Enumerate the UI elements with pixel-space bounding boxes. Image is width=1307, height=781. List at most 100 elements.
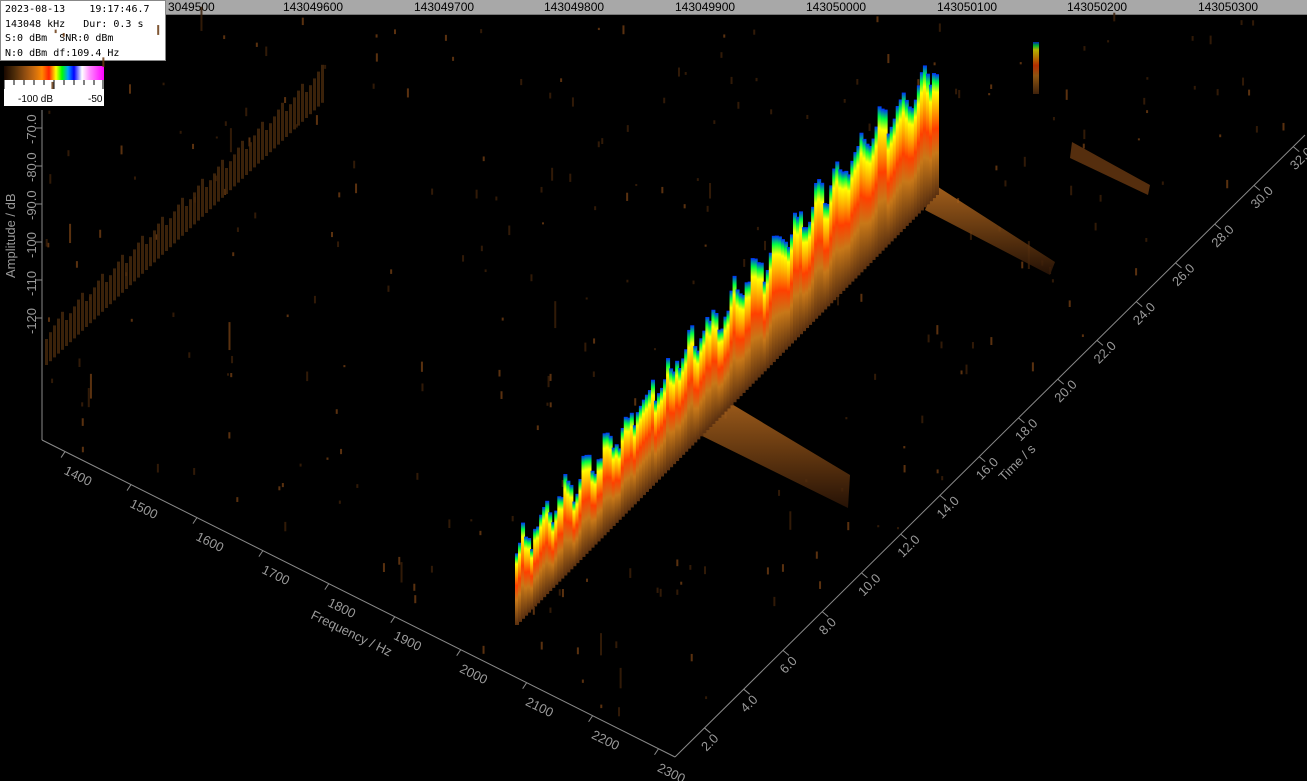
noise-speck — [592, 371, 595, 377]
frequency-tick-label: 1700 — [260, 562, 293, 588]
noise-speck — [561, 589, 564, 598]
frequency-tick-label: 1600 — [194, 529, 227, 555]
noise-speck — [690, 653, 693, 662]
noise-speck — [1021, 261, 1024, 269]
noise-ridge — [297, 90, 300, 126]
frequency-tick — [522, 682, 528, 689]
noise-speck — [431, 188, 434, 195]
noise-speck — [781, 564, 784, 572]
noise-speck — [81, 446, 84, 453]
noise-speck — [704, 566, 707, 575]
noise-speck — [551, 167, 554, 181]
noise-speck — [102, 57, 105, 68]
noise-ridge — [197, 185, 200, 221]
noise-speck — [1240, 20, 1243, 26]
noise-speck — [634, 398, 637, 406]
noise-speck — [845, 417, 848, 420]
frequency-tick — [588, 715, 593, 723]
noise-speck — [1252, 20, 1255, 26]
noise-ridge — [309, 85, 312, 115]
noise-speck — [179, 130, 182, 134]
noise-speck — [896, 527, 899, 530]
noise-speck — [172, 312, 175, 318]
frequency-tick-label: 2000 — [457, 661, 490, 687]
noise-ridge — [109, 275, 112, 305]
noise-ridge — [261, 121, 264, 160]
noise-speck — [860, 293, 863, 302]
waterfall-3d-plot[interactable]: -70.0 -80.0 -90.0 -100 -110 -120 Amplitude / d… — [0, 0, 1307, 781]
noise-speck — [306, 371, 309, 382]
noise-speck — [653, 348, 656, 351]
noise-speck — [819, 581, 822, 589]
noise-speck — [511, 515, 514, 522]
noise-speck — [541, 222, 544, 225]
noise-speck — [958, 89, 961, 99]
noise-speck — [837, 296, 840, 306]
noise-speck — [54, 29, 57, 34]
noise-speck — [988, 93, 991, 96]
noise-speck — [236, 497, 239, 502]
noise-ridge — [125, 263, 128, 289]
noise-speck — [585, 297, 588, 300]
noise-speck — [284, 521, 287, 532]
noise-speck — [1019, 62, 1022, 65]
noise-ridge — [209, 180, 212, 210]
signal-tail-2 — [925, 185, 1055, 275]
frequency-tick — [60, 451, 66, 458]
noise-speck — [1282, 122, 1285, 131]
noise-speck — [480, 29, 483, 34]
noise-speck — [903, 446, 906, 449]
noise-speck — [938, 23, 941, 32]
noise-speck — [230, 373, 233, 378]
noise-speck — [1135, 268, 1138, 276]
noise-speck — [130, 318, 133, 322]
frequency-tick — [456, 649, 462, 656]
noise-speck — [500, 391, 503, 399]
noise-ridge — [117, 261, 120, 297]
noise-speck — [709, 183, 712, 199]
time-tick-label: 32.0 — [1287, 144, 1307, 173]
noise-speck — [382, 563, 385, 572]
noise-ridge — [277, 109, 280, 145]
noise-ridge — [233, 154, 236, 187]
noise-ridge — [69, 313, 72, 343]
noise-speck — [990, 84, 993, 89]
noise-speck — [313, 295, 316, 304]
noise-speck — [508, 225, 511, 236]
noise-speck — [684, 72, 687, 75]
noise-speck — [470, 519, 473, 522]
noise-speck — [89, 373, 92, 399]
noise-speck — [704, 244, 707, 247]
noise-speck — [778, 489, 781, 496]
noise-speck — [770, 109, 773, 115]
noise-speck — [549, 402, 552, 408]
noise-speck — [47, 317, 50, 322]
noise-speck — [676, 589, 679, 595]
noise-speck — [299, 463, 302, 467]
noise-speck — [600, 704, 603, 709]
amplitude-tick-label: -110 — [24, 271, 39, 296]
noise-speck — [75, 261, 78, 268]
noise-speck — [1068, 300, 1071, 307]
noise-speck — [1161, 181, 1164, 185]
noise-ridge — [93, 287, 96, 320]
noise-speck — [81, 418, 84, 426]
noise-speck — [659, 588, 662, 597]
noise-speck — [67, 150, 70, 157]
noise-speck — [696, 178, 699, 181]
frequency-tick-label: 2300 — [655, 760, 688, 781]
noise-speck — [1248, 89, 1251, 96]
noise-speck — [326, 457, 329, 460]
noise-speck — [337, 241, 340, 248]
noise-speck — [430, 565, 433, 573]
noise-ridge — [193, 192, 196, 225]
noise-speck — [236, 227, 239, 232]
noise-speck — [876, 16, 879, 23]
noise-speck — [576, 647, 579, 655]
signal-spike — [1033, 42, 1039, 94]
noise-ridge — [177, 204, 180, 240]
noise-speck — [1146, 77, 1149, 80]
noise-speck — [971, 342, 974, 349]
noise-speck — [676, 559, 679, 567]
noise-ridge — [221, 159, 224, 198]
